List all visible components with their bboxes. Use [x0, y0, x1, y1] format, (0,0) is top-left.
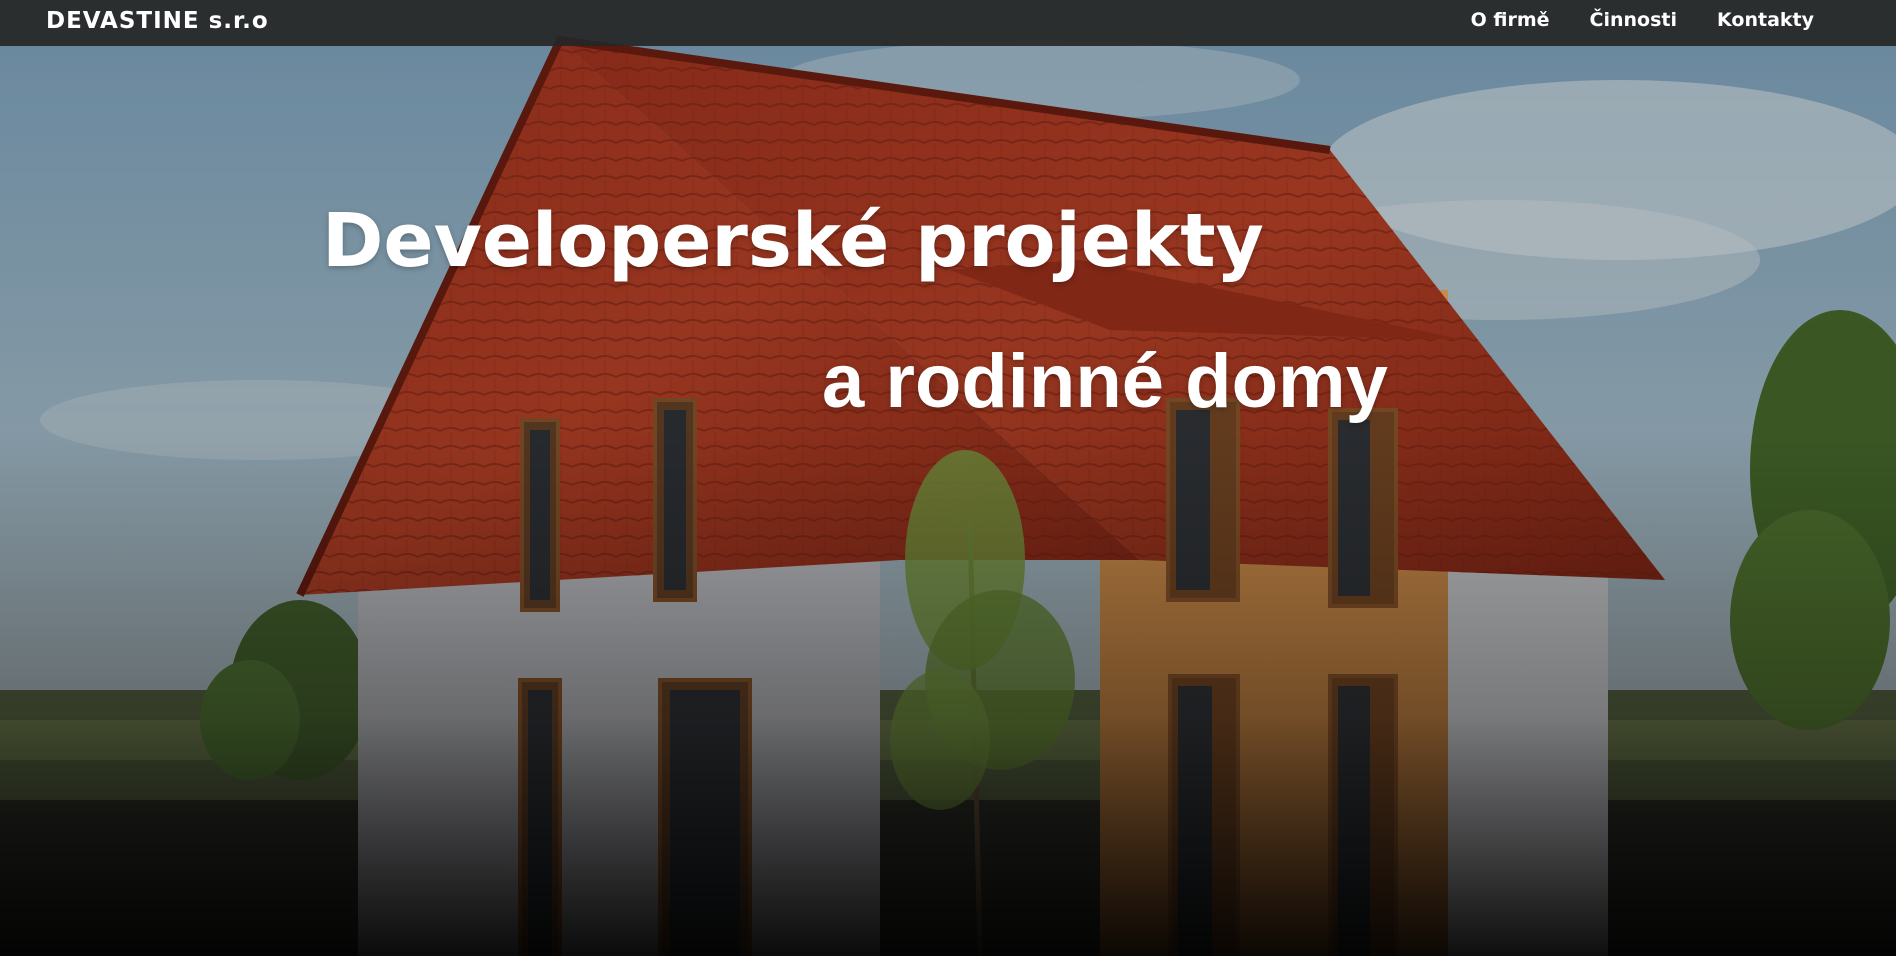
navbar: DEVASTINE s.r.o O firmě Činnosti Kontakt… — [0, 0, 1896, 46]
nav-link-cinnosti[interactable]: Činnosti — [1590, 9, 1677, 31]
nav-links: O firmě Činnosti Kontakty — [1471, 9, 1814, 31]
nav-link-kontakty[interactable]: Kontakty — [1717, 9, 1814, 31]
nav-link-o-firme[interactable]: O firmě — [1471, 9, 1550, 31]
brand-logo-link[interactable]: DEVASTINE s.r.o — [46, 8, 269, 34]
page: DEVASTINE s.r.o O firmě Činnosti Kontakt… — [0, 0, 1896, 956]
hero-image — [0, 0, 1896, 956]
house-illustration — [0, 0, 1896, 956]
